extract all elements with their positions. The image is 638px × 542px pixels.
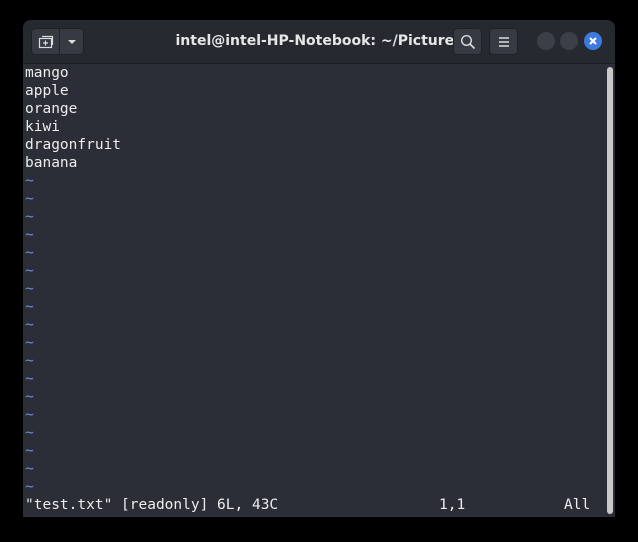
empty-line-marker: ~ — [25, 227, 34, 243]
window-title: intel@intel-HP-Notebook: ~/Pictures — [175, 33, 463, 49]
scrollbar-thumb[interactable] — [607, 67, 613, 514]
new-tab-button[interactable] — [31, 28, 60, 55]
buffer-line: orange — [25, 101, 78, 117]
new-tab-icon — [38, 35, 53, 48]
empty-line-marker: ~ — [25, 317, 34, 333]
empty-line-marker: ~ — [25, 389, 34, 405]
cursor-position: 1,1 — [439, 497, 466, 513]
empty-line-marker: ~ — [25, 281, 34, 297]
hamburger-menu-button[interactable] — [489, 28, 518, 55]
empty-line-marker: ~ — [25, 425, 34, 441]
empty-line-marker: ~ — [25, 209, 34, 225]
empty-line-marker: ~ — [25, 443, 34, 459]
scroll-position: All — [564, 497, 591, 513]
close-button[interactable] — [584, 32, 602, 50]
search-button[interactable] — [453, 28, 482, 55]
chevron-down-icon — [67, 39, 76, 44]
minimize-button[interactable] — [537, 32, 555, 50]
empty-line-marker: ~ — [25, 407, 34, 423]
hamburger-menu-icon — [498, 36, 509, 47]
tab-menu-dropdown-button[interactable] — [59, 28, 84, 55]
empty-line-marker: ~ — [25, 299, 34, 315]
empty-line-marker: ~ — [25, 353, 34, 369]
empty-line-marker: ~ — [25, 173, 34, 189]
close-icon — [589, 37, 597, 45]
empty-line-marker: ~ — [25, 335, 34, 351]
terminal-window: intel@intel-HP-Notebook: ~/Pictures mang… — [23, 20, 615, 517]
file-info: "test.txt" [readonly] 6L, 43C — [25, 497, 279, 513]
empty-line-marker: ~ — [25, 245, 34, 261]
buffer-line: apple — [25, 83, 69, 99]
buffer-line: mango — [25, 65, 69, 81]
empty-line-marker: ~ — [25, 371, 34, 387]
scrollbar[interactable] — [605, 64, 615, 517]
empty-line-marker: ~ — [25, 461, 34, 477]
titlebar: intel@intel-HP-Notebook: ~/Pictures — [23, 20, 615, 64]
empty-line-marker: ~ — [25, 263, 34, 279]
buffer-line: kiwi — [25, 119, 60, 135]
maximize-button[interactable] — [560, 32, 578, 50]
vim-statusline: "test.txt" [readonly] 6L, 43C 1,1 All — [23, 496, 605, 514]
empty-line-marker: ~ — [25, 479, 34, 495]
terminal-area[interactable]: mango apple orange kiwi dragonfruit banana ~ ~ ~… — [23, 64, 605, 517]
buffer-line: banana — [25, 155, 78, 171]
search-icon — [460, 34, 475, 49]
empty-line-marker: ~ — [25, 191, 34, 207]
buffer-line: dragonfruit — [25, 137, 122, 153]
